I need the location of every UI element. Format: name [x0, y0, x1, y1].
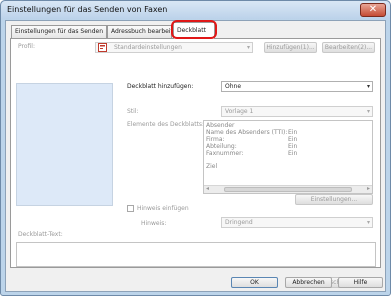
style-label: Stil:: [127, 108, 139, 115]
cover-sheet-panel: Profil: Standardeinstellungen ▾ Hinzufüg…: [10, 38, 381, 288]
chevron-down-icon: ▾: [246, 44, 250, 51]
profile-label: Profil:: [18, 43, 35, 50]
list-item-value: Ein: [288, 136, 298, 143]
tab-send-settings[interactable]: Einstellungen für das Senden: [11, 25, 107, 38]
tab-edit-addressbook[interactable]: Adressbuch bearbeiten: [107, 25, 180, 38]
title-bar[interactable]: Einstellungen für das Senden von Faxen ✕: [1, 1, 390, 19]
notice-checkbox-label: Hinweis einfügen: [137, 205, 189, 212]
add-cover-select[interactable]: Ohne ▾: [221, 81, 373, 92]
style-select[interactable]: Vorlage 1 ▾: [221, 106, 373, 117]
list-item-value: Ein: [288, 150, 298, 157]
ok-button[interactable]: OK: [231, 277, 278, 288]
profile-add-button[interactable]: Hinzufügen(1)...: [264, 42, 317, 53]
elements-list[interactable]: Absender Name des Absenders (TTI): Ein F…: [203, 120, 373, 194]
profile-select[interactable]: Standardeinstellungen ▾: [95, 42, 253, 53]
help-button[interactable]: Hilfe: [338, 277, 383, 288]
style-value: Vorlage 1: [225, 108, 254, 115]
scroll-right-icon[interactable]: ▸: [367, 185, 370, 192]
list-item[interactable]: Absender: [206, 122, 235, 129]
scrollbar-thumb[interactable]: [224, 187, 352, 192]
list-item-value: Ein: [288, 129, 298, 136]
settings-button[interactable]: Einstellungen...: [295, 194, 373, 205]
list-item[interactable]: Abteilung:: [206, 143, 237, 150]
cover-preview: [16, 83, 113, 206]
profile-icon: [98, 43, 107, 52]
window-title: Einstellungen für das Senden von Faxen: [7, 5, 168, 14]
list-item[interactable]: Name des Absenders (TTI):: [206, 129, 287, 136]
chevron-down-icon: ▾: [366, 108, 370, 115]
tab-highlight-annotation: [171, 20, 217, 39]
notice-select[interactable]: Dringend ▾: [221, 217, 373, 228]
cover-text-label: Deckblatt-Text:: [18, 231, 63, 238]
notice-label: Hinweis:: [141, 220, 167, 227]
list-item-value: Ein: [288, 143, 298, 150]
list-item[interactable]: Ziel: [206, 163, 217, 170]
chevron-down-icon: ▾: [366, 83, 370, 90]
profile-value: Standardeinstellungen: [114, 44, 182, 51]
profile-edit-button[interactable]: Bearbeiten(2)...: [322, 42, 375, 53]
list-item[interactable]: Faxnummer:: [206, 150, 244, 157]
close-button[interactable]: ✕: [360, 3, 386, 17]
cancel-button[interactable]: Abbrechen: [285, 277, 332, 288]
scroll-left-icon[interactable]: ◂: [206, 185, 209, 192]
notice-value: Dringend: [225, 219, 253, 226]
dialog-client-area: Einstellungen für das Senden Adressbuch …: [5, 20, 386, 292]
add-cover-label: Deckblatt hinzufügen:: [127, 83, 194, 90]
elements-label: Elemente des Deckblatts:: [127, 121, 205, 128]
cover-text-input[interactable]: [16, 242, 376, 267]
add-cover-value: Ohne: [225, 83, 242, 90]
list-item[interactable]: Firma:: [206, 136, 225, 143]
dialog-window: Einstellungen für das Senden von Faxen ✕…: [0, 0, 391, 296]
elements-horizontal-scrollbar[interactable]: ◂ ▸: [204, 185, 372, 193]
chevron-down-icon: ▾: [366, 219, 370, 226]
notice-checkbox[interactable]: [127, 205, 134, 212]
